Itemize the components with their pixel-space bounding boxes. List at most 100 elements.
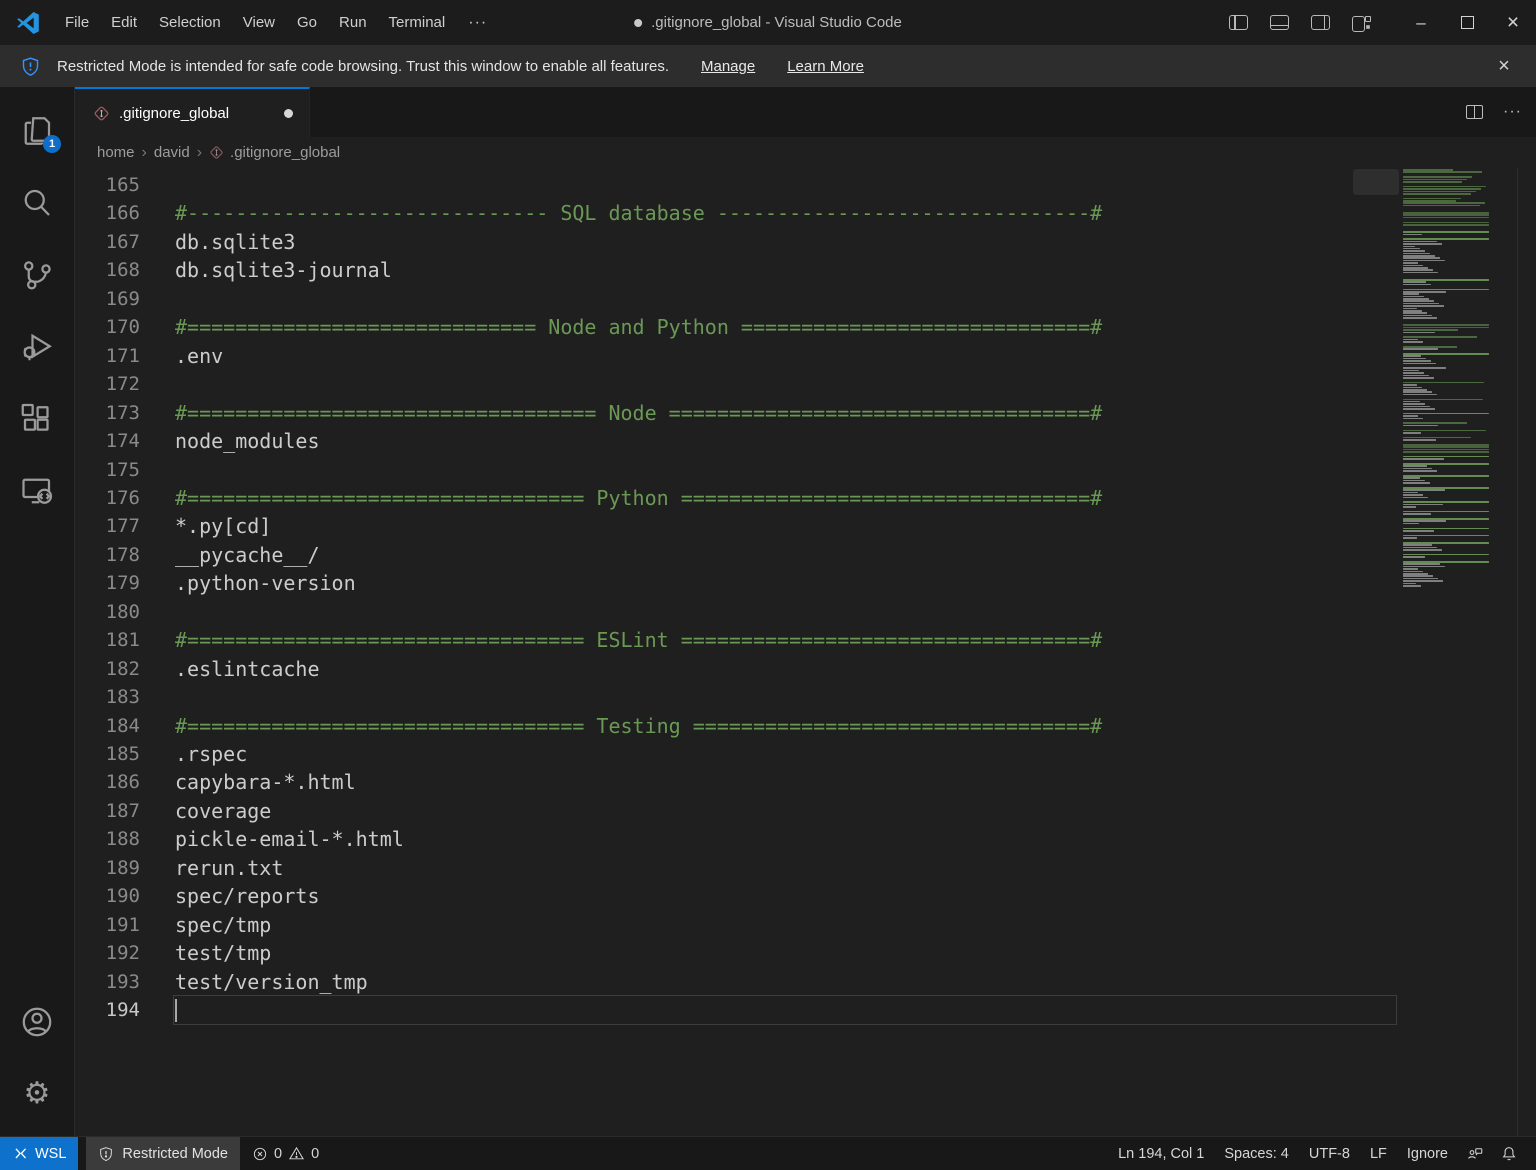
sidebar-item-source-control[interactable] [0, 239, 74, 311]
code-line[interactable]: 189rerun.txt [75, 854, 1536, 883]
tab-gitignore-global[interactable]: .gitignore_global [75, 87, 310, 137]
feedback-button[interactable] [1458, 1145, 1492, 1163]
menu-view[interactable]: View [232, 0, 286, 45]
code-line[interactable]: 185.rspec [75, 740, 1536, 769]
code-line[interactable]: 166#------------------------------ SQL d… [75, 199, 1536, 228]
code-line[interactable]: 173#================================== N… [75, 399, 1536, 428]
code-line[interactable]: 176#================================= Py… [75, 484, 1536, 513]
line-number[interactable]: 190 [75, 882, 140, 911]
customize-layout-icon[interactable] [1352, 15, 1372, 31]
eol-status[interactable]: LF [1360, 1146, 1397, 1162]
line-number[interactable]: 179 [75, 569, 140, 598]
banner-close-icon[interactable]: × [1486, 45, 1522, 87]
split-editor-icon[interactable] [1466, 105, 1483, 119]
line-number[interactable]: 188 [75, 825, 140, 854]
code-line[interactable]: 179.python-version [75, 569, 1536, 598]
line-number[interactable]: 193 [75, 968, 140, 997]
code-line[interactable]: 187coverage [75, 797, 1536, 826]
line-number[interactable]: 175 [75, 456, 140, 485]
code-line[interactable]: 192test/tmp [75, 939, 1536, 968]
sidebar-item-extensions[interactable] [0, 383, 74, 455]
code-line[interactable]: 191spec/tmp [75, 911, 1536, 940]
line-number[interactable]: 166 [75, 199, 140, 228]
code-line[interactable]: 190spec/reports [75, 882, 1536, 911]
line-number[interactable]: 181 [75, 626, 140, 655]
code-line[interactable]: 172 [75, 370, 1536, 399]
line-number[interactable]: 168 [75, 256, 140, 285]
code-line[interactable]: 174node_modules [75, 427, 1536, 456]
code-line[interactable]: 188pickle-email-*.html [75, 825, 1536, 854]
code-line[interactable]: 182.eslintcache [75, 655, 1536, 684]
line-number[interactable]: 192 [75, 939, 140, 968]
sidebar-item-search[interactable] [0, 167, 74, 239]
sidebar-item-remote-explorer[interactable] [0, 455, 74, 527]
line-number[interactable]: 170 [75, 313, 140, 342]
code-line[interactable]: 183 [75, 683, 1536, 712]
menu-go[interactable]: Go [286, 0, 328, 45]
toggle-secondary-sidebar-icon[interactable] [1311, 15, 1330, 30]
menu-file[interactable]: File [54, 0, 100, 45]
code-editor[interactable]: 165166#------------------------------ SQ… [75, 168, 1536, 1136]
code-line[interactable]: 193test/version_tmp [75, 968, 1536, 997]
indentation-status[interactable]: Spaces: 4 [1214, 1146, 1299, 1162]
line-number[interactable]: 167 [75, 228, 140, 257]
line-number[interactable]: 172 [75, 370, 140, 399]
menu-edit[interactable]: Edit [100, 0, 148, 45]
breadcrumb-item--gitignore-global[interactable]: .gitignore_global [209, 144, 340, 161]
code-line[interactable]: 168db.sqlite3-journal [75, 256, 1536, 285]
menu-overflow-button[interactable]: ··· [456, 1, 499, 44]
encoding-status[interactable]: UTF-8 [1299, 1146, 1360, 1162]
line-number[interactable]: 165 [75, 171, 140, 200]
line-number[interactable]: 177 [75, 512, 140, 541]
line-number[interactable]: 171 [75, 342, 140, 371]
line-number[interactable]: 191 [75, 911, 140, 940]
minimize-button[interactable]: – [1398, 0, 1444, 45]
breadcrumb-item-david[interactable]: david [154, 144, 190, 161]
code-line[interactable]: 169 [75, 285, 1536, 314]
code-line[interactable]: 177*.py[cd] [75, 512, 1536, 541]
code-line[interactable]: 167db.sqlite3 [75, 228, 1536, 257]
code-line[interactable]: 175 [75, 456, 1536, 485]
cursor-position-status[interactable]: Ln 194, Col 1 [1108, 1146, 1214, 1162]
scrollbar-slider[interactable] [1353, 169, 1399, 195]
manage-link[interactable]: Manage [701, 58, 755, 75]
toggle-sidebar-icon[interactable] [1229, 15, 1248, 30]
learn-more-link[interactable]: Learn More [787, 58, 864, 75]
settings-button[interactable]: ⚙ [0, 1058, 74, 1130]
code-line[interactable]: 165 [75, 171, 1536, 200]
line-number[interactable]: 187 [75, 797, 140, 826]
notifications-button[interactable] [1492, 1145, 1526, 1163]
menu-selection[interactable]: Selection [148, 0, 232, 45]
line-number[interactable]: 185 [75, 740, 140, 769]
line-number[interactable]: 186 [75, 768, 140, 797]
restricted-mode-status[interactable]: Restricted Mode [86, 1137, 240, 1170]
maximize-button[interactable] [1444, 0, 1490, 45]
minimap[interactable] [1403, 169, 1495, 587]
language-mode-status[interactable]: Ignore [1397, 1146, 1458, 1162]
code-line[interactable]: 180 [75, 598, 1536, 627]
line-number[interactable]: 194 [75, 996, 140, 1025]
toggle-panel-icon[interactable] [1270, 15, 1289, 30]
problems-status[interactable]: 0 0 [240, 1137, 331, 1170]
line-number[interactable]: 174 [75, 427, 140, 456]
code-line[interactable]: 170#============================= Node a… [75, 313, 1536, 342]
line-number[interactable]: 182 [75, 655, 140, 684]
menu-run[interactable]: Run [328, 0, 378, 45]
line-number[interactable]: 180 [75, 598, 140, 627]
remote-indicator-wsl[interactable]: WSL [0, 1137, 78, 1170]
line-number[interactable]: 173 [75, 399, 140, 428]
code-line[interactable]: 178__pycache__/ [75, 541, 1536, 570]
code-line[interactable]: 181#================================= ES… [75, 626, 1536, 655]
tab-modified-dot-icon[interactable] [284, 109, 293, 118]
more-actions-icon[interactable]: ··· [1497, 103, 1528, 121]
close-button[interactable]: × [1490, 0, 1536, 45]
code-line[interactable]: 184#================================= Te… [75, 712, 1536, 741]
line-number[interactable]: 183 [75, 683, 140, 712]
code-line[interactable]: 194 [75, 996, 1536, 1025]
sidebar-item-explorer[interactable]: 1 [0, 95, 74, 167]
line-number[interactable]: 178 [75, 541, 140, 570]
line-number[interactable]: 176 [75, 484, 140, 513]
line-number[interactable]: 189 [75, 854, 140, 883]
code-line[interactable]: 186capybara-*.html [75, 768, 1536, 797]
account-button[interactable] [0, 986, 74, 1058]
